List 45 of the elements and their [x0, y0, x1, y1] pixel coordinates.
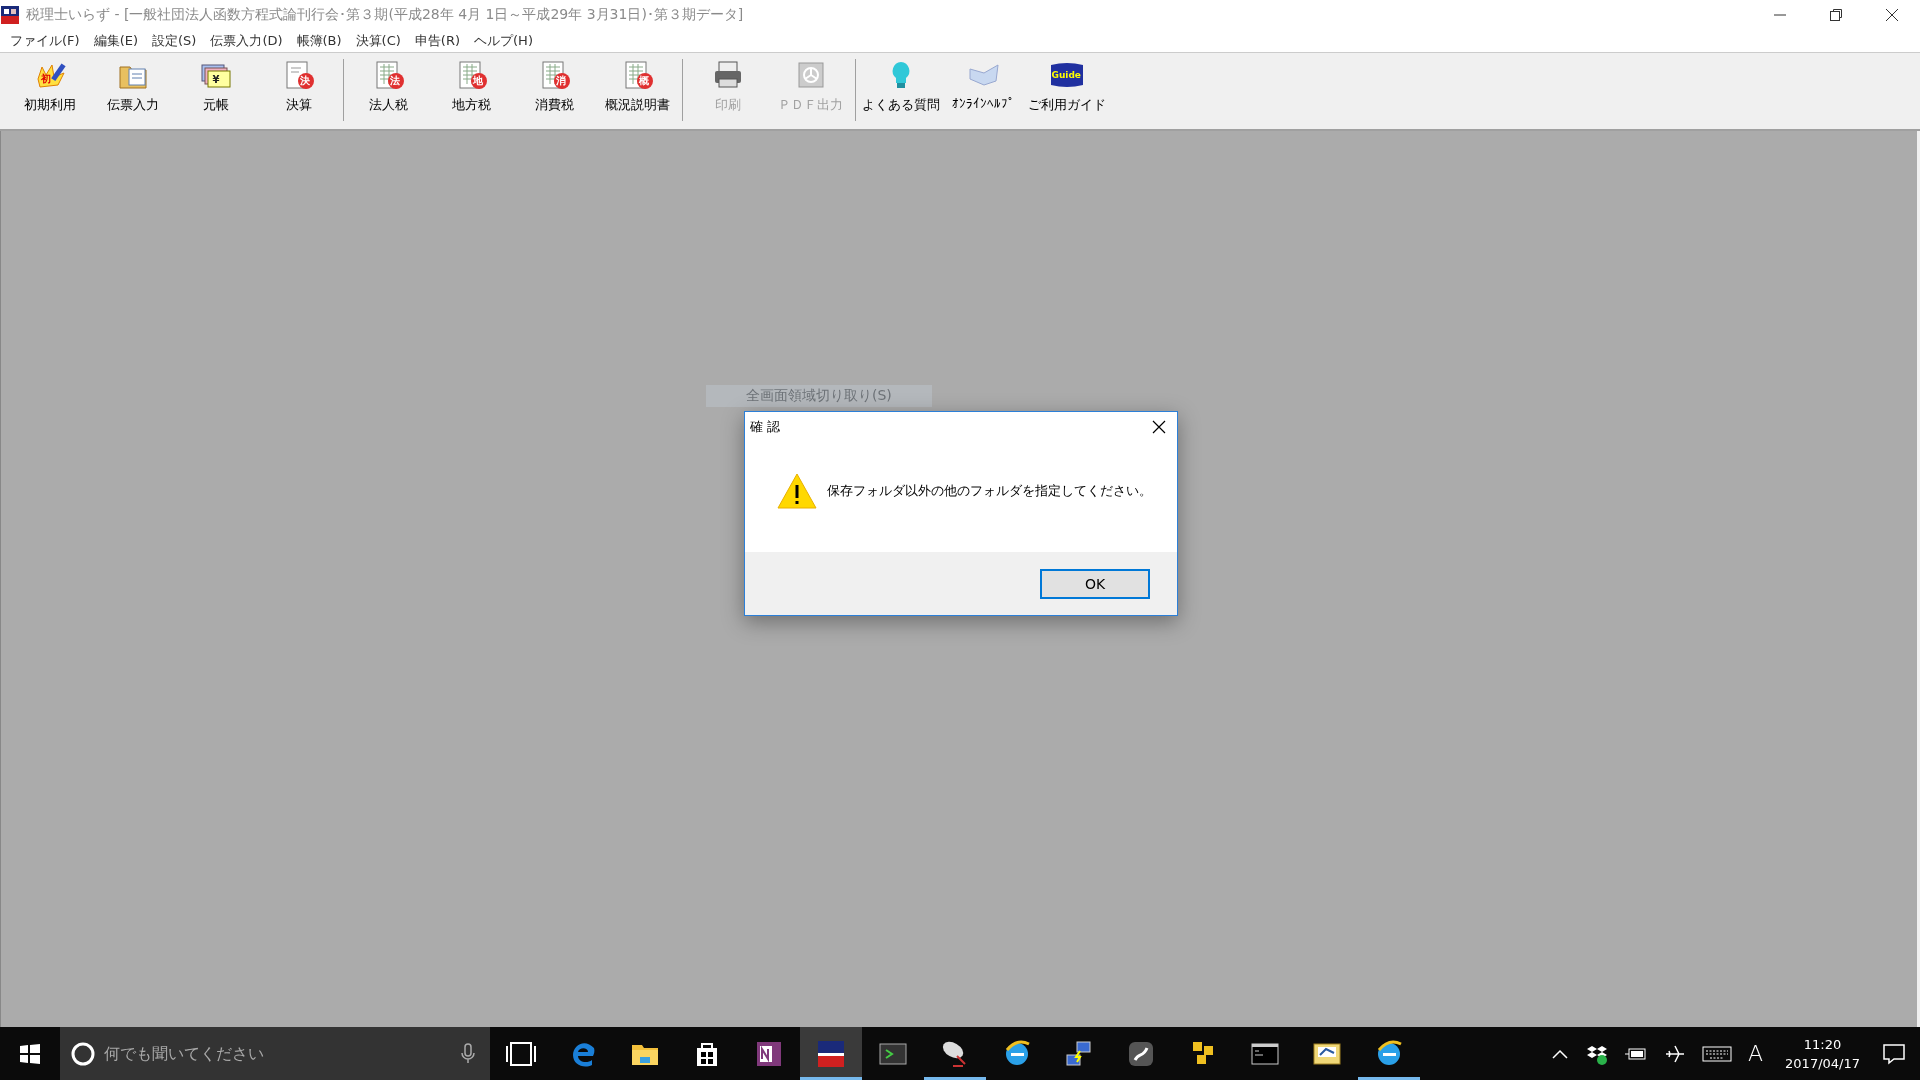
toolbar-button[interactable]: ¥ 元帳 [174, 57, 257, 129]
menu-item[interactable]: 伝票入力(D) [203, 32, 290, 50]
toolbar-button[interactable]: 概 概況説明書 [596, 57, 679, 129]
clock-date[interactable]: 2017/04/17 [1785, 1053, 1860, 1073]
toolbar-button[interactable]: 伝票入力 [91, 57, 174, 129]
search-field[interactable]: 何でも聞いてください [60, 1027, 490, 1080]
toolbar-button[interactable]: 地 地方税 [430, 57, 513, 129]
icon-badge-text: 概 [638, 76, 649, 86]
search-input[interactable]: 何でも聞いてください [104, 1044, 452, 1063]
keyboard-icon[interactable] [1702, 1043, 1732, 1064]
toolbar-button[interactable]: 初 初期利用 [8, 57, 91, 129]
menu-item[interactable]: 帳簿(B) [289, 32, 349, 50]
windows-start-icon[interactable] [19, 1042, 41, 1065]
icon-badge-text: 決 [299, 76, 310, 86]
menu-item[interactable]: ヘルプ(H) [467, 32, 540, 50]
ime-indicator[interactable]: A [1748, 1041, 1764, 1066]
notification-icon[interactable] [1882, 1041, 1906, 1066]
menu-item[interactable]: 決算(C) [348, 32, 408, 50]
toolbar-button[interactable]: Guide ご利用ガイド [1025, 57, 1108, 129]
icon-badge-text: 初 [40, 74, 51, 84]
microphone-icon[interactable] [460, 1042, 476, 1065]
ok-button[interactable]: OK [1040, 568, 1150, 599]
menu-item[interactable]: 設定(S) [145, 32, 204, 50]
menu-item[interactable]: ファイル(F) [3, 32, 87, 50]
toolbar-button[interactable]: 法 法人税 [347, 57, 430, 129]
close-icon[interactable] [1151, 419, 1167, 435]
dialog-title: 確 認 [750, 418, 781, 436]
toolbar-button[interactable]: よくある質問 [859, 57, 942, 129]
menu-item[interactable]: 申告(R) [407, 32, 468, 50]
overlay-hint-text: 全画面領域切り取り(S) [706, 385, 932, 407]
icon-badge-text: ¥ [212, 75, 220, 85]
cortana-icon[interactable] [70, 1040, 96, 1067]
taskbar-button[interactable] [800, 1027, 862, 1080]
toolbar-button[interactable]: 消 消費税 [513, 57, 596, 129]
toolbar-button[interactable]: ｵﾝﾗｲﾝﾍﾙﾌﾟ [942, 57, 1025, 129]
menu-item[interactable]: 編集(E) [86, 32, 145, 50]
icon-badge-text: 法 [389, 76, 400, 86]
window-title: 税理士いらず - [一般社団法人函数方程式論刊行会･第３期(平成28年 4月 1日～平成29年 3月31日)･第３期データ] [26, 6, 745, 24]
icon-badge-text: 消 [555, 76, 566, 86]
icon-badge-text: Guide [1051, 71, 1081, 80]
dialog-message: 保存フォルダ以外の他のフォルダを指定してください。 [827, 482, 1152, 500]
icon-badge-text: 地 [472, 76, 483, 86]
warning-icon [777, 473, 817, 509]
clock-time[interactable]: 11:20 [1803, 1034, 1842, 1054]
toolbar-button[interactable]: 決 決算 [257, 57, 340, 129]
